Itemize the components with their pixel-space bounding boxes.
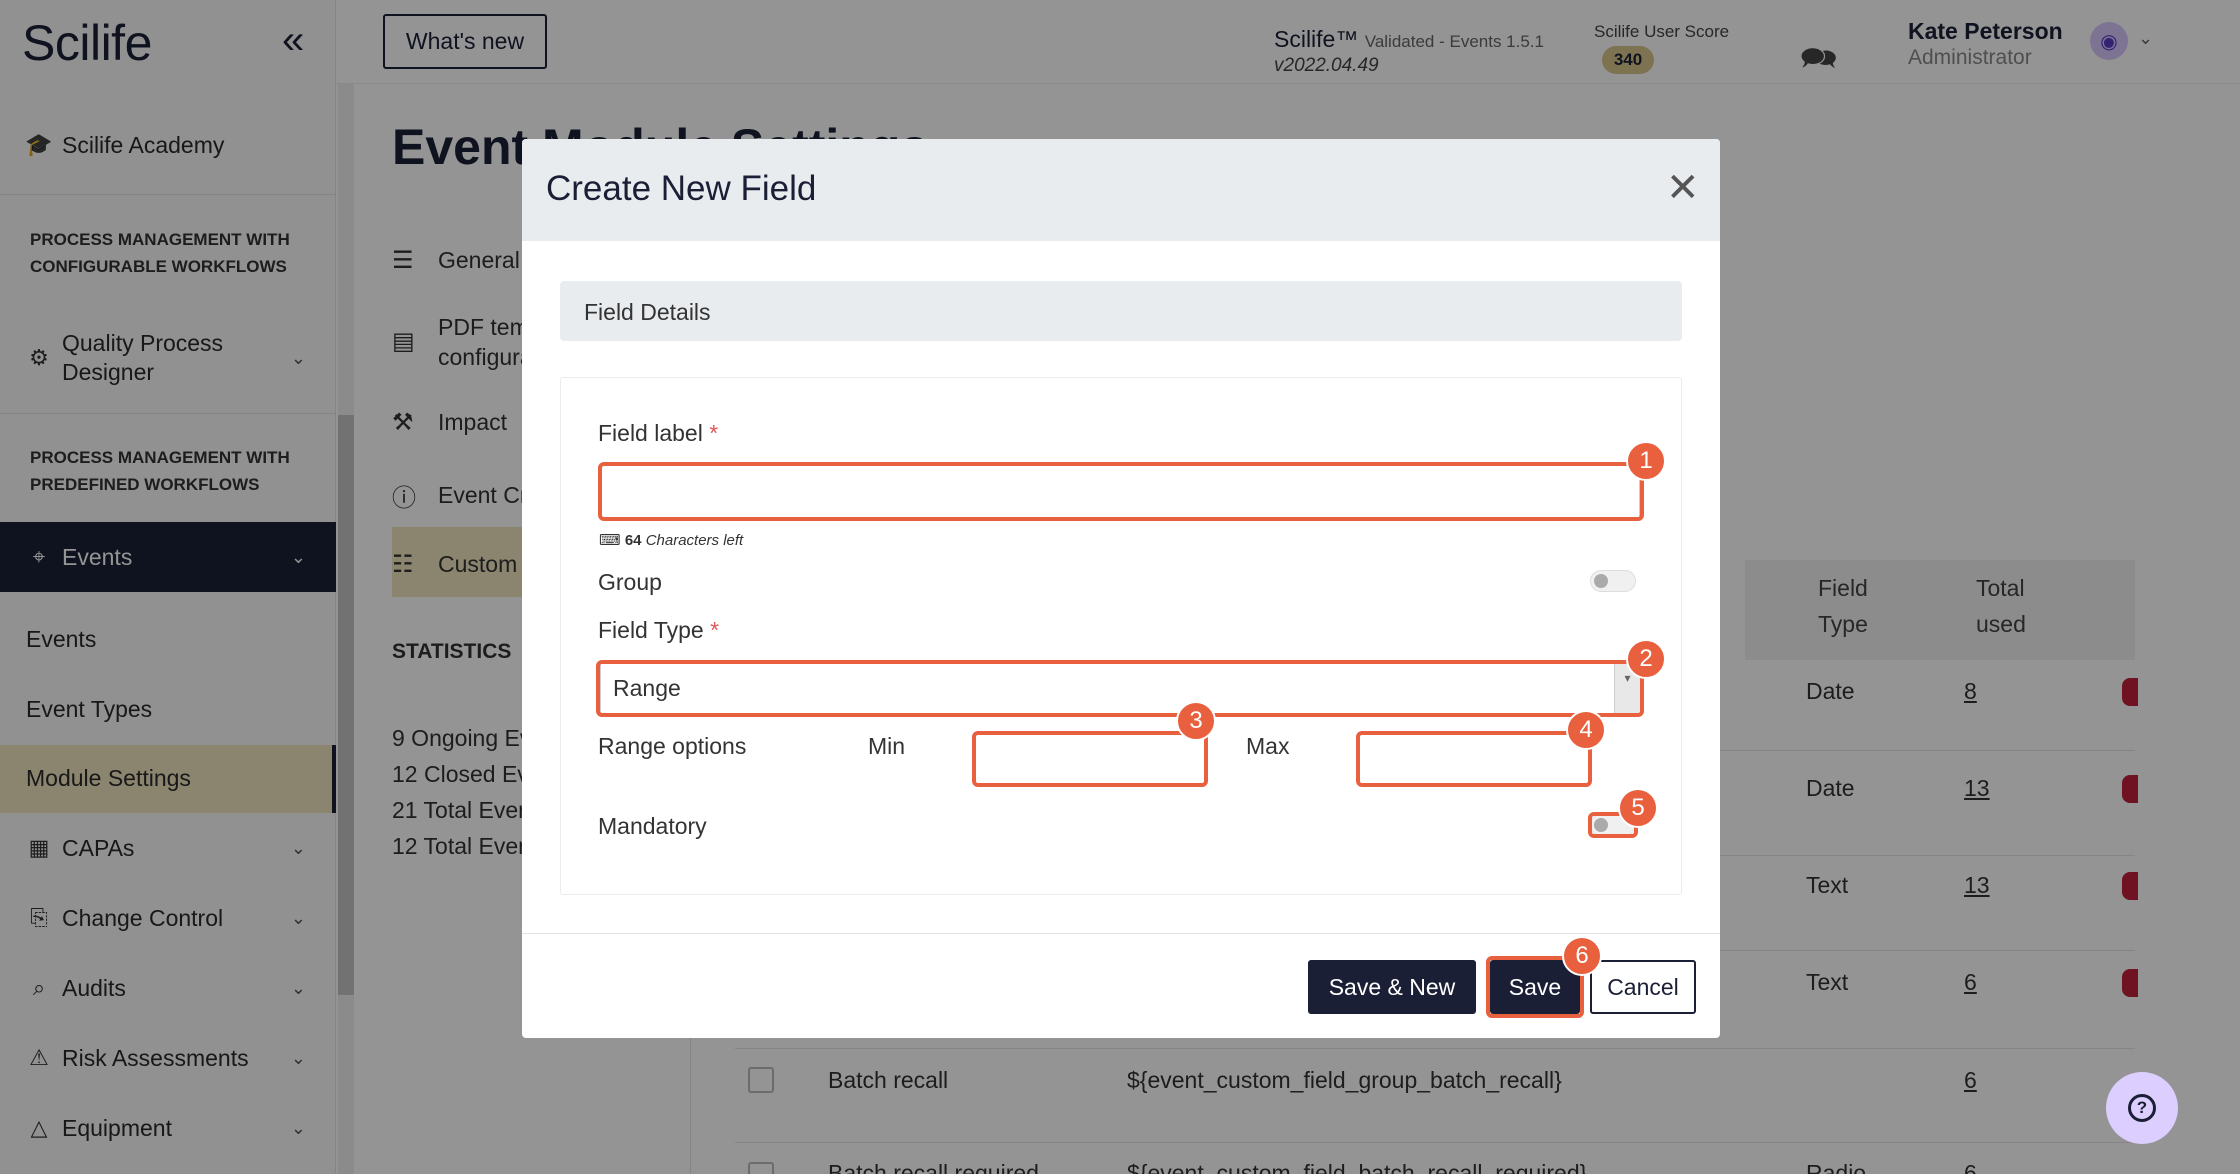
- annotation-number-3: 3: [1176, 701, 1216, 741]
- group-label: Group: [598, 569, 662, 595]
- save-and-new-button[interactable]: Save & New: [1308, 960, 1476, 1014]
- annotation-number-6: 6: [1562, 936, 1602, 976]
- max-label: Max: [1246, 733, 1290, 759]
- group-toggle[interactable]: [1590, 570, 1636, 592]
- characters-left: ⌨ 64 Characters left: [599, 531, 743, 549]
- section-title: Field Details: [584, 299, 711, 325]
- min-label: Min: [868, 733, 906, 759]
- help-button[interactable]: ?: [2106, 1072, 2178, 1144]
- annotation-highlight-3: [972, 731, 1208, 787]
- field-details-section: [560, 281, 1682, 341]
- modal-title: Create New Field: [546, 169, 817, 208]
- required-mark: *: [709, 420, 719, 446]
- annotation-number-1: 1: [1626, 441, 1666, 481]
- annotation-highlight-4: [1356, 731, 1592, 787]
- close-icon[interactable]: ✕: [1666, 165, 1700, 211]
- annotation-highlight-1: [598, 462, 1644, 521]
- create-field-modal: Create New Field ✕ Field Details Field l…: [522, 139, 1720, 1038]
- cancel-button[interactable]: Cancel: [1590, 960, 1696, 1014]
- annotation-number-2: 2: [1626, 639, 1666, 679]
- annotation-number-4: 4: [1566, 710, 1606, 750]
- question-icon: ?: [2128, 1094, 2156, 1122]
- field-label-label: Field label *: [598, 420, 718, 447]
- mandatory-label: Mandatory: [598, 813, 707, 839]
- field-type-label: Field Type *: [598, 617, 719, 644]
- form-card: [560, 377, 1682, 895]
- label-text: Field Type: [598, 617, 704, 643]
- keyboard-icon: ⌨: [599, 532, 621, 549]
- label-text: Field label: [598, 420, 703, 446]
- annotation-number-5: 5: [1618, 788, 1658, 828]
- chars-left-text: Characters left: [645, 532, 744, 549]
- footer-divider: [522, 933, 1720, 934]
- range-options-label: Range options: [598, 733, 747, 759]
- annotation-highlight-2: [596, 660, 1644, 717]
- chars-left-count: 64: [624, 532, 642, 549]
- required-mark: *: [710, 617, 720, 643]
